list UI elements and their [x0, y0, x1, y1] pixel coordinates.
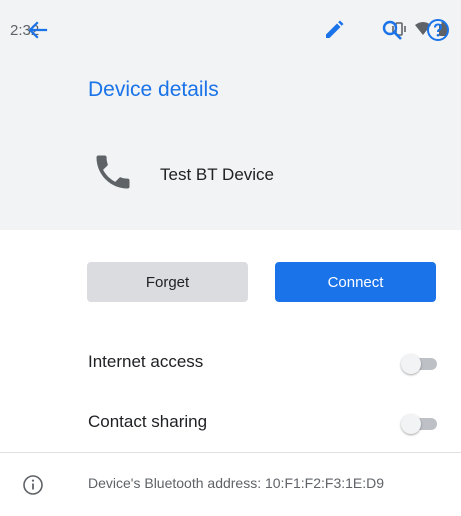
divider [0, 452, 461, 453]
back-button[interactable] [22, 16, 54, 48]
setting-row-internet-access[interactable]: Internet access [0, 333, 461, 393]
connect-button[interactable]: Connect [275, 262, 436, 302]
phone-icon [91, 150, 135, 194]
device-name: Test BT Device [160, 165, 275, 184]
setting-row-contact-sharing[interactable]: Contact sharing [0, 393, 461, 453]
toggle-thumb [401, 354, 421, 374]
internet-access-toggle[interactable] [401, 354, 441, 374]
search-icon [381, 19, 403, 46]
help-icon [426, 18, 450, 47]
bluetooth-address-text: Device's Bluetooth address: 10:F1:F2:F3:… [88, 475, 385, 491]
help-button[interactable] [422, 16, 454, 48]
edit-button[interactable] [318, 16, 350, 48]
forget-button[interactable]: Forget [87, 262, 248, 302]
arrow-back-icon [28, 20, 48, 45]
app-bar [0, 60, 461, 124]
setting-label: Internet access [88, 352, 204, 371]
page-title: Device details [88, 78, 219, 101]
edit-icon [323, 19, 345, 46]
toggle-thumb [401, 414, 421, 434]
info-icon [22, 474, 44, 496]
setting-label: Contact sharing [88, 412, 208, 431]
contact-sharing-toggle[interactable] [401, 414, 441, 434]
search-button[interactable] [376, 16, 408, 48]
